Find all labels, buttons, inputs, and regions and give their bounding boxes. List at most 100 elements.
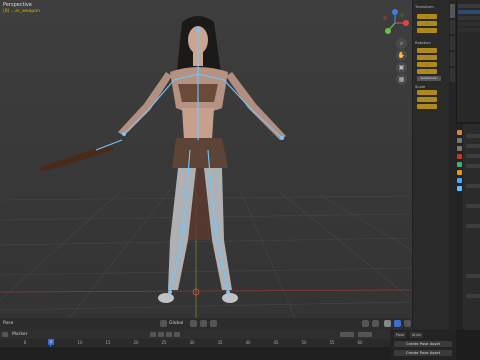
timeline-body[interactable] <box>0 347 390 360</box>
character-model[interactable] <box>0 0 412 330</box>
frame-tick: 10 <box>77 340 83 345</box>
frame-tick: 50 <box>301 340 307 345</box>
scene-tab-icon[interactable] <box>457 154 462 159</box>
location-z[interactable]: … <box>417 28 437 33</box>
tool-tab-icon[interactable] <box>457 130 462 135</box>
outliner[interactable] <box>456 0 480 122</box>
start-frame-field[interactable] <box>340 332 354 337</box>
frame-tick: 20 <box>133 340 139 345</box>
frame-tick: 15 <box>105 340 111 345</box>
frame-tick: 30 <box>189 340 195 345</box>
property-row[interactable] <box>466 154 480 158</box>
timeline-marker-menu[interactable]: Marker <box>12 332 28 337</box>
rotation-x[interactable]: … <box>417 55 437 60</box>
bone-tab-icon[interactable] <box>457 186 462 191</box>
outliner-row[interactable] <box>458 4 480 8</box>
proportional-icon[interactable] <box>210 320 217 327</box>
frame-ruler[interactable]: 0 5 10 15 20 25 30 35 40 45 50 55 60 <box>0 339 390 347</box>
sidebar-n-panel: Transform … … … Rotation … … … … Quatern… <box>412 0 449 330</box>
rotation-header: Rotation <box>415 40 431 45</box>
property-row[interactable] <box>466 164 480 168</box>
zoom-icon[interactable]: ⌕ <box>396 38 407 49</box>
scale-y[interactable]: … <box>417 97 437 102</box>
frame-tick: 25 <box>161 340 167 345</box>
frame-tick: 55 <box>329 340 335 345</box>
transform-header[interactable]: Transform <box>415 4 434 9</box>
frame-tick: 35 <box>217 340 223 345</box>
play-icon[interactable] <box>166 332 172 337</box>
modifier-tab-icon[interactable] <box>457 178 462 183</box>
properties-tabs <box>456 124 463 330</box>
property-row[interactable] <box>466 294 480 298</box>
sidebar-tabs <box>449 0 456 330</box>
belt <box>172 138 228 168</box>
end-frame-field[interactable] <box>358 332 372 337</box>
location-y[interactable]: … <box>417 21 437 26</box>
outliner-row[interactable] <box>458 22 480 26</box>
transform-orientation[interactable]: Global <box>169 321 183 326</box>
create-pose-asset-label[interactable]: Create Pose Asset <box>394 341 452 347</box>
world-tab-icon[interactable] <box>457 162 462 167</box>
xray-icon[interactable] <box>372 320 379 327</box>
tab-pose[interactable]: Pose <box>394 332 407 338</box>
blender-window: Perspective (0) …er_weapon ⌕ ✋ ▣ ▦ Pose … <box>0 0 480 360</box>
editor-type-icon[interactable] <box>2 332 8 337</box>
frame-tick: 45 <box>273 340 279 345</box>
property-row[interactable] <box>466 224 480 228</box>
sword-blade <box>38 144 114 172</box>
scale-header: Scale <box>415 84 426 89</box>
jump-end-icon[interactable] <box>174 332 180 337</box>
tab-create[interactable] <box>450 68 455 82</box>
viewport-mode-label: Perspective <box>3 2 32 8</box>
playhead[interactable]: 0 <box>48 339 54 345</box>
frame-tick: 60 <box>357 340 363 345</box>
rotation-w[interactable]: … <box>417 48 437 53</box>
pose-library-panel: Pose Anim Create Pose Asset Create Pose … <box>390 330 456 360</box>
play-reverse-icon[interactable] <box>158 332 164 337</box>
outliner-row[interactable] <box>458 16 480 20</box>
timeline-editor[interactable]: Marker 0 5 10 15 20 25 30 35 40 45 50 55… <box>0 330 390 360</box>
render-shading-icon[interactable] <box>404 320 411 327</box>
tab-item[interactable] <box>450 4 455 18</box>
property-row[interactable] <box>466 184 480 188</box>
left-arm <box>118 72 172 136</box>
active-object-label: (0) …er_weapon <box>3 9 40 14</box>
object-tab-icon[interactable] <box>457 170 462 175</box>
property-row[interactable] <box>466 274 480 278</box>
3d-viewport[interactable]: Perspective (0) …er_weapon ⌕ ✋ ▣ ▦ Pose … <box>0 0 412 330</box>
render-tab-icon[interactable] <box>457 138 462 143</box>
3d-cursor <box>192 288 200 296</box>
camera-icon[interactable]: ▣ <box>396 62 407 73</box>
timeline-header: Marker <box>0 330 390 339</box>
property-row[interactable] <box>466 134 480 138</box>
create-pose-asset-button[interactable]: Create Pose Asset <box>394 350 452 356</box>
outliner-row[interactable] <box>458 10 480 14</box>
tab-animation[interactable] <box>450 52 455 66</box>
property-row[interactable] <box>466 144 480 148</box>
scale-x[interactable]: … <box>417 90 437 95</box>
right-arm <box>226 72 286 140</box>
solid-shading-icon[interactable] <box>384 320 391 327</box>
tab-view[interactable] <box>450 36 455 50</box>
rotation-y[interactable]: … <box>417 62 437 67</box>
rotation-mode[interactable]: Quaternion <box>417 76 441 81</box>
tab-tool[interactable] <box>450 20 455 34</box>
output-tab-icon[interactable] <box>457 146 462 151</box>
viewport-footer: Pose Global <box>0 318 412 330</box>
hand-icon[interactable]: ✋ <box>396 50 407 61</box>
pivot-icon[interactable] <box>190 320 197 327</box>
rotation-z[interactable]: … <box>417 69 437 74</box>
tab-anim[interactable]: Anim <box>410 332 423 338</box>
material-shading-icon[interactable] <box>394 320 401 327</box>
grid-icon[interactable]: ▦ <box>396 74 407 85</box>
orientation-icon[interactable] <box>160 320 167 327</box>
snap-icon[interactable] <box>200 320 207 327</box>
scale-z[interactable]: … <box>417 104 437 109</box>
navigation-gizmo[interactable] <box>380 8 410 38</box>
mode-label: Pose <box>3 321 14 326</box>
location-x[interactable]: … <box>417 14 437 19</box>
outliner-row[interactable] <box>458 28 480 32</box>
property-row[interactable] <box>466 204 480 208</box>
overlay-icon[interactable] <box>362 320 369 327</box>
jump-start-icon[interactable] <box>150 332 156 337</box>
